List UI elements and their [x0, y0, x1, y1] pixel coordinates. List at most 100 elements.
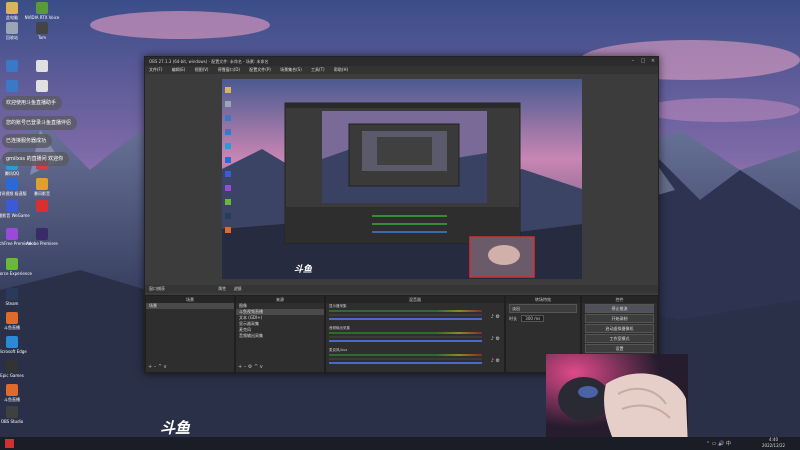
menu-view[interactable]: 视图(V)	[195, 66, 209, 74]
app-icon	[6, 384, 18, 396]
desktop-icon[interactable]: OBS Studio	[0, 406, 32, 424]
minimize-button[interactable]: –	[628, 57, 638, 66]
menu-help[interactable]: 帮助(H)	[334, 66, 348, 74]
scenes-add-button[interactable]: + – ^ v	[148, 364, 167, 370]
stop-streaming-button[interactable]: 停止推流	[585, 304, 654, 313]
volume-meter	[329, 336, 482, 338]
mute-icon[interactable]: ♪ ⚙	[491, 314, 500, 320]
notification-toast[interactable]: 您的账号已登录斗鱼直播伴侣	[2, 116, 78, 130]
notification-toast[interactable]: gmilxss 的直播间 欢迎你	[2, 152, 70, 166]
webcam-feed-image	[546, 354, 688, 446]
mixer-channel-name: 音频输出采集	[329, 326, 350, 330]
desktop-icon-label: GeForce Experience	[0, 271, 32, 276]
duration-input[interactable]: 300 ms	[521, 315, 545, 322]
close-button[interactable]: ×	[648, 57, 658, 66]
input-language[interactable]: 中	[726, 441, 731, 447]
menu-scene-collection[interactable]: 场景集合(S)	[280, 66, 302, 74]
menu-docks[interactable]: 停靠窗口(D)	[218, 66, 240, 74]
volume-slider[interactable]	[329, 340, 482, 342]
app-icon	[36, 178, 48, 190]
start-button[interactable]	[5, 439, 14, 448]
desktop-icon-label: 迅雷影音 WeGame	[0, 213, 30, 218]
desktop-icon[interactable]	[22, 80, 62, 93]
app-icon	[36, 60, 48, 72]
desktop-icon[interactable]	[22, 200, 62, 213]
menu-file[interactable]: 文件(F)	[149, 66, 162, 74]
desktop-icon-label: Adobe Premiere	[26, 241, 58, 246]
mixer-dock-title: 混音器	[326, 296, 504, 303]
audio-mixer-dock: 混音器 显示器采集 ♪ ⚙ 音频输出采集 ♪ ⚙ 麦克风/Aux ♪ ⚙	[325, 295, 505, 373]
desktop-icon[interactable]: 斗鱼直播	[0, 384, 32, 402]
desktop-icon[interactable]: 斗鱼直播	[0, 312, 32, 330]
desktop-icon[interactable]: Tom	[22, 22, 62, 40]
app-icon	[6, 258, 18, 270]
desktop-icon[interactable]: Epic Games	[0, 360, 32, 378]
app-icon	[6, 312, 18, 324]
app-icon	[6, 360, 18, 372]
webcam-overlay	[546, 354, 688, 446]
mixer-channel: 显示器采集 ♪ ⚙	[326, 303, 504, 325]
transition-select[interactable]: 淡出	[509, 304, 577, 313]
menu-edit[interactable]: 编辑(E)	[172, 66, 186, 74]
scenes-dock-title: 场景	[146, 296, 234, 303]
obs-preview-canvas[interactable]: 斗鱼	[222, 79, 582, 279]
transitions-dock-title: 转场特效	[506, 296, 580, 303]
desktop-icon[interactable]: Steam	[0, 288, 32, 306]
desktop-icon[interactable]: 暴风影音	[22, 178, 62, 196]
notification-toast[interactable]: 已连接服务器成功	[2, 134, 53, 148]
app-icon	[36, 80, 48, 92]
app-icon	[6, 2, 18, 14]
start-virtual-camera-button[interactable]: 启动虚拟摄像机	[585, 324, 654, 333]
volume-slider[interactable]	[329, 362, 482, 364]
start-recording-button[interactable]: 开始录制	[585, 314, 654, 323]
notification-toast[interactable]: 欢迎使用斗鱼直播助手	[2, 96, 63, 110]
mute-icon[interactable]: ♪ ⚙	[491, 358, 500, 364]
desktop-icon-label: Epic Games	[0, 373, 24, 378]
sources-dock: 来源 图像 斗鱼视频直播 文本 (GDI+) 显示器采集 麦克风 音频输出采集 …	[235, 295, 325, 373]
mute-icon[interactable]: ♪ ⚙	[491, 336, 500, 342]
volume-slider[interactable]	[329, 318, 482, 320]
duration-label: 时长	[509, 316, 517, 321]
desktop-icon[interactable]: Microsoft Edge	[0, 336, 32, 354]
volume-meter	[329, 332, 482, 334]
scene-item[interactable]: 场景	[146, 303, 234, 309]
app-icon	[36, 22, 48, 34]
source-toolbar: 窗口捕获 属性 滤镜	[145, 285, 658, 293]
scenes-dock: 场景 场景 + – ^ v	[145, 295, 235, 373]
volume-meter	[329, 358, 482, 360]
windows-taskbar: ⌃ ▭ 🔊 中 4:40 2022/12/22	[0, 437, 800, 450]
desktop-icon-label: Tom	[37, 35, 47, 40]
app-icon	[36, 200, 48, 212]
obs-menubar: 文件(F) 编辑(E) 视图(V) 停靠窗口(D) 配置文件(P) 场景集合(S…	[145, 66, 658, 74]
desktop-icon-label: 斗鱼直播	[4, 397, 20, 402]
desktop-icon-label: OBS Studio	[0, 419, 24, 424]
studio-mode-button[interactable]: 工作室模式	[585, 334, 654, 343]
sources-dock-title: 来源	[236, 296, 324, 303]
desktop-icon-label: NVIDIA RTX Voice	[24, 15, 60, 20]
menu-tools[interactable]: 工具(T)	[311, 66, 325, 74]
properties-button[interactable]: 属性	[218, 286, 226, 291]
settings-button[interactable]: 设置	[585, 344, 654, 353]
obs-title-bar[interactable]: OBS 27.1.3 (64-bit, windows) - 配置文件: 未命名…	[145, 57, 658, 66]
desktop-icon[interactable]: Adobe Premiere	[22, 228, 62, 246]
desktop-icon[interactable]: NVIDIA RTX Voice	[22, 2, 62, 20]
menu-profile[interactable]: 配置文件(P)	[249, 66, 271, 74]
filters-button[interactable]: 滤镜	[234, 286, 242, 291]
app-icon	[36, 2, 48, 14]
desktop-icon-label: Microsoft Edge	[0, 349, 27, 354]
maximize-button[interactable]: □	[638, 57, 648, 66]
app-icon	[6, 60, 18, 72]
desktop-icon-label: 斗鱼直播	[4, 325, 20, 330]
source-name-label: 窗口捕获	[149, 286, 165, 291]
preview-capture-image	[222, 79, 582, 279]
mixer-channel-name: 显示器采集	[329, 304, 347, 308]
source-item[interactable]: 音频输出采集	[236, 333, 324, 339]
sources-add-button[interactable]: + – ⚙ ^ v	[238, 364, 263, 370]
app-icon	[36, 228, 48, 240]
clock[interactable]: 4:40 2022/12/22	[762, 437, 785, 449]
desktop-icon[interactable]	[22, 60, 62, 73]
desktop-icon[interactable]: GeForce Experience	[0, 258, 32, 276]
preview-watermark: 斗鱼	[294, 265, 313, 275]
system-tray[interactable]: ⌃ ▭ 🔊 中	[706, 440, 731, 447]
controls-dock-title: 控件	[582, 296, 657, 303]
